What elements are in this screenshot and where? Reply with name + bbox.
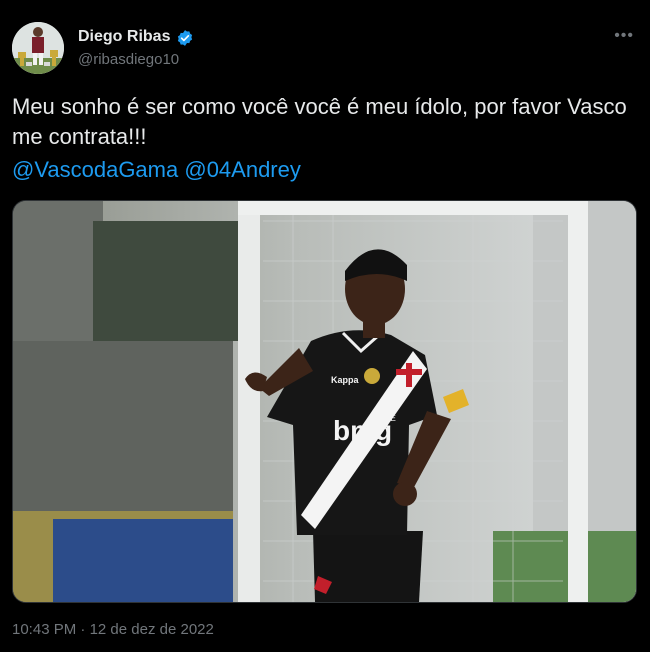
more-icon[interactable]: ••• (614, 27, 634, 45)
mention-link[interactable]: @04Andrey (184, 157, 301, 182)
kit-brand-label: Kappa (331, 375, 360, 385)
author-handle[interactable]: @ribasdiego10 (78, 51, 179, 68)
tweet-mentions: @VascodaGama @04Andrey (12, 155, 301, 185)
player-photo: bmg VALE Kappa (13, 201, 636, 602)
author-avatar[interactable] (12, 22, 64, 74)
tweet-text: Meu sonho é ser como você você é meu ído… (12, 94, 627, 149)
tweet-time: 10:43 PM (12, 621, 77, 638)
mention-link[interactable]: @VascodaGama (12, 157, 178, 182)
author-name[interactable]: Diego Ribas (78, 28, 170, 46)
separator: · (76, 621, 90, 638)
trophy-avatar-icon (12, 22, 64, 74)
verified-badge-icon (177, 30, 193, 46)
tweet-date: 12 de dez de 2022 (89, 621, 214, 638)
tweet-timestamp[interactable]: 10:43 PM · 12 de dez de 2022 (12, 621, 214, 638)
tweet-photo[interactable]: bmg VALE Kappa (12, 200, 637, 603)
sponsor-small-label: VALE (376, 414, 396, 423)
